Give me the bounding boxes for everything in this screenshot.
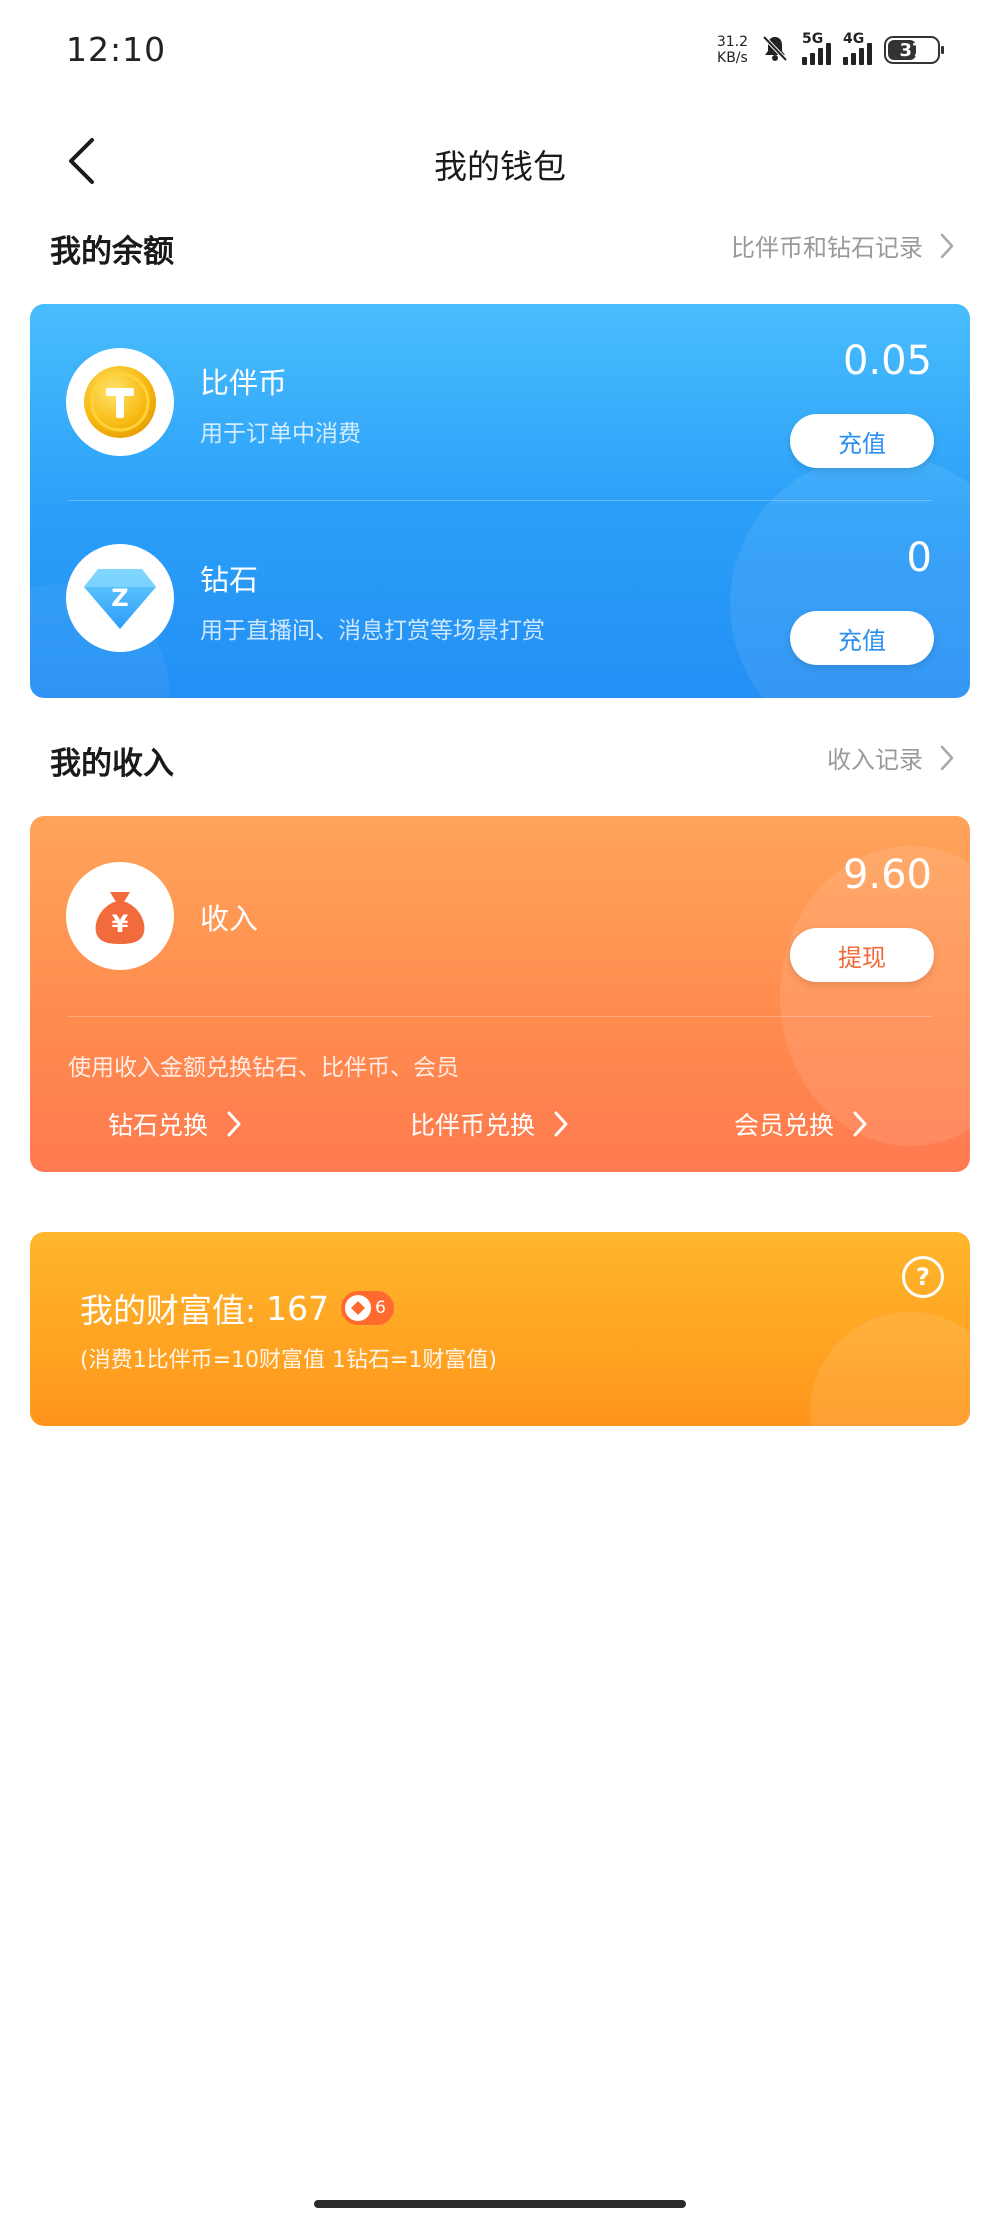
- currency-glyph: ¥: [112, 910, 129, 938]
- diamond-name: 钻石: [200, 563, 259, 597]
- chevron-right-icon: [940, 233, 954, 258]
- coin-name: 比伴币: [200, 366, 288, 400]
- status-time: 12:10: [66, 30, 167, 69]
- money-bag-icon: ¥: [66, 862, 174, 970]
- coin-exchange-label: 比伴币兑换: [410, 1111, 536, 1140]
- coin-balance-row: 比伴币 用于订单中消费 0.05 充值: [30, 304, 970, 500]
- status-bar: 12:10 31.2 KB/s 5G 4G 37: [0, 0, 1000, 100]
- battery-level: 37: [899, 39, 925, 61]
- signal-label-5g: 5G: [802, 31, 824, 47]
- card-decoration: [810, 1312, 970, 1426]
- divider: [68, 1016, 932, 1017]
- exchange-note: 使用收入金额兑换钻石、比伴币、会员: [68, 1055, 459, 1081]
- diamond-amount: 0: [906, 535, 932, 581]
- wealth-value: 167: [266, 1288, 330, 1328]
- coin-amount: 0.05: [842, 338, 932, 384]
- network-speed-unit: KB/s: [717, 50, 748, 66]
- diamond-icon: Z: [66, 544, 174, 652]
- income-section-title: 我的收入: [50, 746, 174, 782]
- chevron-right-icon: [853, 1111, 867, 1137]
- wealth-level: 6: [375, 1298, 386, 1318]
- coin-icon: [66, 348, 174, 456]
- chevron-right-icon: [940, 745, 954, 770]
- diamond-description: 用于直播间、消息打赏等场景打赏: [200, 618, 545, 644]
- membership-exchange-link[interactable]: 会员兑换: [734, 1106, 868, 1142]
- question-icon: ?: [916, 1263, 930, 1291]
- signal-label-4g: 4G: [843, 31, 865, 47]
- battery-icon: 37: [884, 36, 944, 64]
- coin-recharge-button[interactable]: 充值: [790, 414, 934, 468]
- diamond-exchange-label: 钻石兑换: [108, 1111, 209, 1140]
- status-icons: 31.2 KB/s 5G 4G 37: [717, 28, 944, 72]
- wealth-card: 我的财富值: 167 6 (消费1比伴币=10财富值 1钻石=1财富值) ?: [30, 1232, 970, 1426]
- diamond-recharge-button[interactable]: 充值: [790, 611, 934, 665]
- wealth-label: 我的财富值:: [80, 1291, 257, 1330]
- income-name: 收入: [200, 902, 259, 936]
- coin-exchange-link[interactable]: 比伴币兑换: [410, 1106, 569, 1142]
- network-speed: 31.2 KB/s: [717, 34, 748, 66]
- signal-icon: 5G: [802, 31, 831, 65]
- income-records-link[interactable]: 收入记录: [827, 740, 955, 775]
- network-speed-value: 31.2: [716, 34, 748, 50]
- wealth-level-icon: [345, 1295, 372, 1321]
- wealth-level-badge: 6: [341, 1291, 394, 1325]
- chevron-right-icon: [227, 1111, 241, 1137]
- balance-section-title: 我的余额: [50, 234, 174, 270]
- balance-records-link[interactable]: 比伴币和钻石记录: [731, 228, 955, 263]
- diamond-balance-row: Z 钻石 用于直播间、消息打赏等场景打赏 0 充值: [30, 501, 970, 698]
- signal-icon: 4G: [843, 31, 872, 65]
- help-button[interactable]: ?: [902, 1256, 944, 1298]
- income-amount: 9.60: [842, 852, 932, 898]
- income-card: ¥ 收入 9.60 提现 使用收入金额兑换钻石、比伴币、会员 钻石兑换 比伴币兑…: [30, 816, 970, 1172]
- membership-exchange-label: 会员兑换: [734, 1111, 835, 1140]
- chevron-right-icon: [554, 1111, 568, 1137]
- bell-muted-icon: [760, 33, 790, 67]
- coin-description: 用于订单中消费: [200, 421, 361, 447]
- home-indicator[interactable]: [314, 2200, 686, 2208]
- wealth-title: 我的财富值: 167 6: [80, 1284, 394, 1332]
- wealth-note: (消费1比伴币=10财富值 1钻石=1财富值): [80, 1348, 498, 1373]
- balance-card: 比伴币 用于订单中消费 0.05 充值 Z 钻石 用于直播间、消息打赏等场景打赏…: [30, 304, 970, 698]
- balance-records-label: 比伴币和钻石记录: [731, 234, 923, 262]
- diamond-exchange-link[interactable]: 钻石兑换: [108, 1106, 242, 1142]
- svg-text:Z: Z: [111, 584, 128, 612]
- page-title: 我的钱包: [434, 147, 566, 186]
- income-records-label: 收入记录: [827, 746, 923, 774]
- withdraw-button[interactable]: 提现: [790, 928, 934, 982]
